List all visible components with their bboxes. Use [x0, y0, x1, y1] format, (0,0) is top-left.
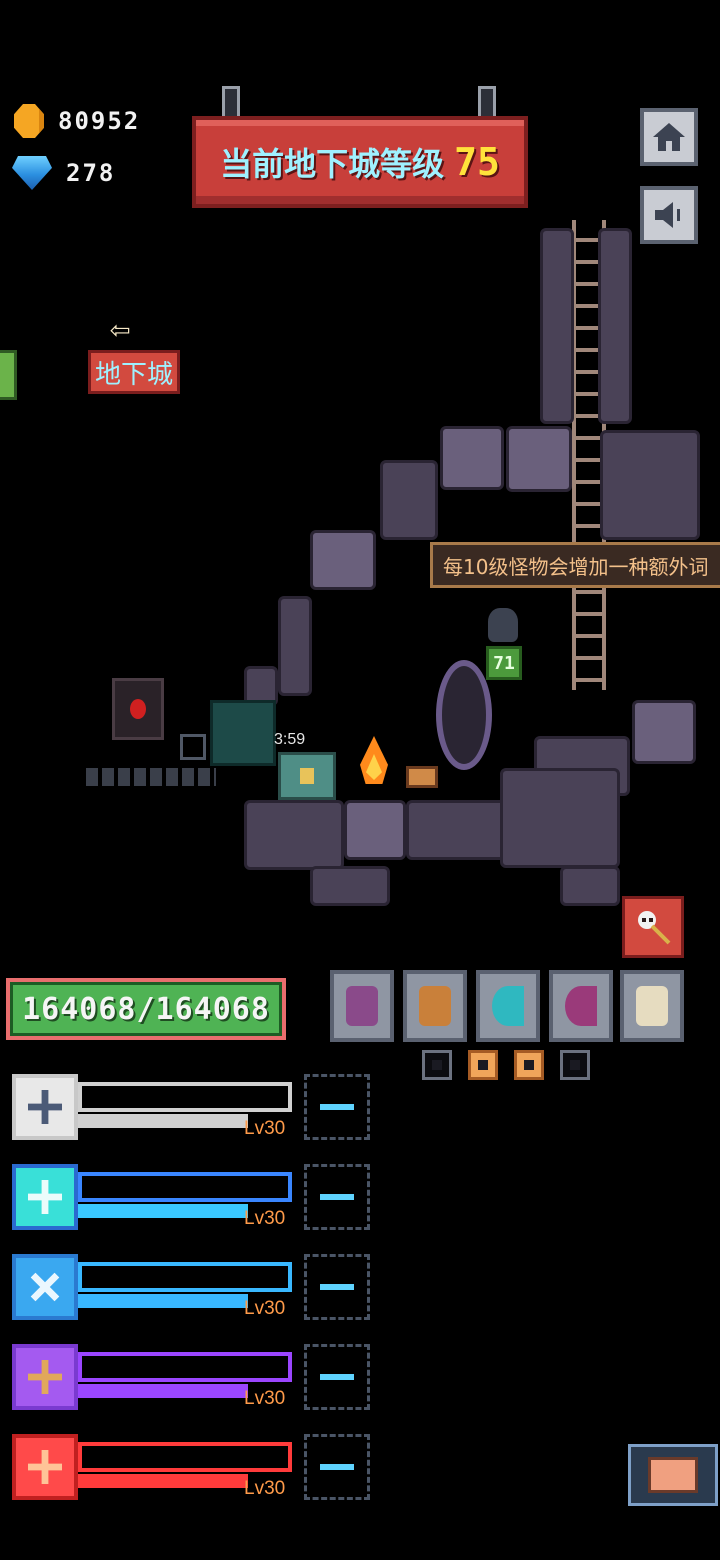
dungeon-level: 75 — [454, 140, 500, 184]
party-skill-slot[interactable] — [304, 1164, 370, 1230]
home-button[interactable] — [640, 108, 698, 166]
speaker-icon — [655, 202, 680, 228]
coin-icon — [14, 104, 44, 138]
diamond-icon — [12, 156, 52, 190]
stone-floor — [244, 800, 344, 870]
stone-column — [598, 228, 632, 424]
red-gem-icon — [130, 699, 146, 719]
shrine[interactable] — [112, 678, 164, 740]
stone-block — [600, 430, 700, 540]
chest-icon — [648, 1457, 698, 1493]
arrow-left-icon: ⇦ — [110, 309, 131, 349]
skull-staff-icon — [636, 986, 668, 1026]
member-xp-bar — [78, 1474, 248, 1488]
member-xp-bar — [78, 1294, 248, 1308]
shield-icon — [346, 986, 378, 1026]
stone-block — [380, 460, 438, 540]
stone-floor — [310, 866, 390, 906]
staff-icon — [12, 1344, 78, 1410]
crossed-swords-icon — [12, 1254, 78, 1320]
member-xp-bar — [78, 1114, 248, 1128]
party-member-2[interactable]: Lv30 — [10, 1164, 300, 1236]
gem-counter: 278 — [12, 156, 115, 190]
axe-icon — [12, 1434, 78, 1500]
chest-timer: 3:59 — [274, 731, 306, 748]
party-member-4[interactable]: Lv30 — [10, 1344, 300, 1416]
party-skill-slot[interactable] — [304, 1434, 370, 1500]
stone-column — [540, 228, 574, 424]
member-bar — [78, 1262, 292, 1292]
inventory-button[interactable] — [628, 1444, 718, 1506]
stone-block — [506, 426, 572, 492]
rune-tile — [180, 734, 206, 760]
party-skill-slot[interactable] — [304, 1254, 370, 1320]
crossbow-icon — [565, 986, 597, 1026]
gold-amount: 80952 — [58, 107, 141, 135]
member-xp-bar — [78, 1204, 248, 1218]
monster-level-badge: 71 — [486, 646, 522, 680]
member-level: Lv30 — [244, 1208, 286, 1229]
gold-counter: 80952 — [14, 104, 140, 138]
party-member-5[interactable]: Lv30 — [10, 1434, 300, 1506]
member-level: Lv30 — [244, 1478, 286, 1499]
equip-slot-crossbow[interactable] — [549, 970, 613, 1042]
party-member-3[interactable]: Lv30 — [10, 1254, 300, 1326]
stone-floor — [500, 768, 620, 868]
slot-indicator — [468, 1050, 498, 1080]
lock-icon — [300, 768, 314, 784]
portal[interactable] — [436, 660, 492, 770]
slot-indicator — [514, 1050, 544, 1080]
stone-block — [278, 596, 312, 696]
stone-floor — [560, 866, 620, 906]
party-skill-slot[interactable] — [304, 1344, 370, 1410]
signpost[interactable] — [406, 766, 438, 788]
member-bar — [78, 1352, 292, 1382]
slot-indicator — [560, 1050, 590, 1080]
campfire[interactable] — [352, 724, 396, 800]
equip-slot-banner[interactable] — [403, 970, 467, 1042]
equip-slot-bow[interactable] — [476, 970, 540, 1042]
member-bar — [78, 1172, 292, 1202]
moss-block — [210, 700, 276, 766]
hammer-icon — [12, 1164, 78, 1230]
stone-block — [310, 530, 376, 590]
member-bar — [78, 1442, 292, 1472]
dungeon-button[interactable]: 地下城 — [88, 350, 180, 394]
equip-slot-shield[interactable] — [330, 970, 394, 1042]
skill-button[interactable] — [622, 896, 684, 958]
cat-monster[interactable] — [488, 608, 518, 642]
stone-block — [440, 426, 504, 490]
member-bar — [78, 1082, 292, 1112]
member-xp-bar — [78, 1384, 248, 1398]
hint-tooltip: 每10级怪物会增加一种额外词 — [430, 542, 720, 588]
slot-indicator — [422, 1050, 452, 1080]
member-level: Lv30 — [244, 1388, 286, 1409]
banner-icon — [419, 986, 451, 1026]
member-level: Lv30 — [244, 1298, 286, 1319]
party-member-1[interactable]: Lv30 — [10, 1074, 300, 1146]
mace-icon — [12, 1074, 78, 1140]
left-tab[interactable] — [0, 350, 17, 400]
banner-title: 当前地下城等级 — [220, 145, 445, 183]
dungeon-level-banner: 当前地下城等级 75 — [192, 116, 528, 208]
member-level: Lv30 — [244, 1118, 286, 1139]
treasure-chest[interactable] — [278, 752, 336, 800]
bow-icon — [492, 986, 524, 1026]
stone-bridge — [86, 768, 216, 786]
home-icon — [653, 123, 685, 151]
stone-block — [632, 700, 696, 764]
gem-amount: 278 — [66, 159, 116, 187]
skull-staff-icon — [638, 911, 671, 945]
hp-bar: 164068/164068 — [6, 978, 286, 1040]
equip-slot-staff[interactable] — [620, 970, 684, 1042]
stone-floor — [344, 800, 406, 860]
party-skill-slot[interactable] — [304, 1074, 370, 1140]
sound-button[interactable] — [640, 186, 698, 244]
